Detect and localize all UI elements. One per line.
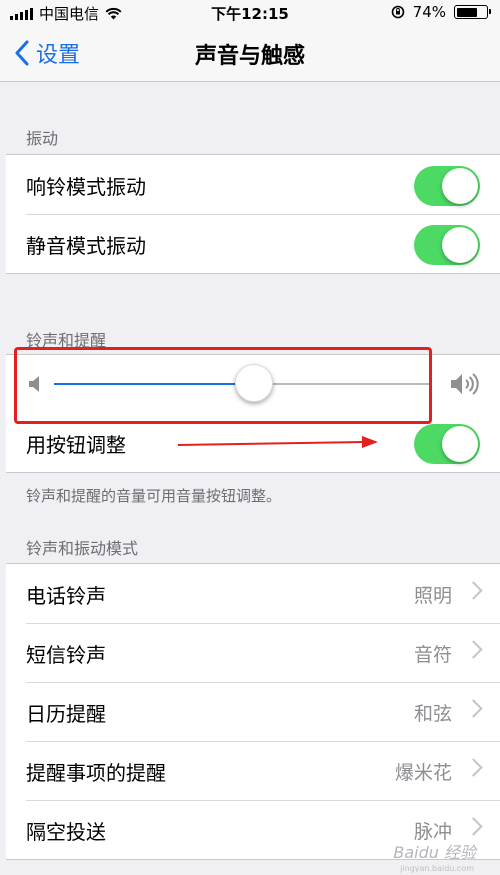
ringtone-value: 照明 bbox=[413, 585, 452, 607]
reminder-alerts-value: 爆米花 bbox=[394, 762, 452, 784]
toggle-knob bbox=[442, 168, 478, 204]
chevron-right-icon bbox=[464, 817, 483, 836]
vibrate-on-silent-toggle[interactable] bbox=[414, 225, 480, 265]
reminder-alerts-label: 提醒事项的提醒 bbox=[26, 761, 166, 785]
sound-row-calendar-alerts[interactable]: 日历提醒 和弦 bbox=[6, 682, 500, 741]
sounds-group: 电话铃声 照明 短信铃声 音符 日历提醒 和弦 提醒事项的提醒 爆米花 隔空投送… bbox=[6, 563, 500, 860]
watermark: Baidu 经验 bbox=[393, 843, 476, 862]
chevron-right-icon bbox=[464, 640, 483, 659]
toggle-knob bbox=[442, 426, 478, 462]
vibrate-on-silent-label: 静音模式振动 bbox=[26, 234, 146, 258]
vibrate-on-ring-label: 响铃模式振动 bbox=[26, 175, 146, 199]
speaker-high-icon bbox=[451, 373, 479, 395]
page-title: 声音与触感 bbox=[194, 44, 305, 69]
watermark-url: jingyan.baidu.com bbox=[400, 864, 474, 873]
text-tone-label: 短信铃声 bbox=[26, 643, 106, 667]
vibrate-on-silent-row: 静音模式振动 bbox=[6, 214, 500, 273]
ringer-footer-note: 铃声和提醒的音量可用音量按钮调整。 bbox=[26, 487, 282, 505]
vibrate-on-ring-row: 响铃模式振动 bbox=[6, 155, 500, 214]
vibrate-on-ring-toggle[interactable] bbox=[414, 166, 480, 206]
ringtone-label: 电话铃声 bbox=[26, 584, 106, 608]
section-header-vibration: 振动 bbox=[26, 129, 59, 148]
navigation-bar: 设置 声音与触感 bbox=[0, 24, 500, 82]
sound-row-text-tone[interactable]: 短信铃声 音符 bbox=[6, 623, 500, 682]
section-header-sounds: 铃声和振动模式 bbox=[26, 539, 139, 558]
airdrop-label: 隔空投送 bbox=[26, 820, 106, 844]
chevron-right-icon bbox=[464, 581, 483, 600]
annotation-arrow-icon bbox=[177, 436, 378, 448]
battery-icon bbox=[454, 5, 491, 19]
battery-level-fill bbox=[456, 7, 478, 17]
sound-row-ringtone[interactable]: 电话铃声 照明 bbox=[6, 564, 500, 623]
status-right: 74% bbox=[391, 3, 491, 21]
text-tone-value: 音符 bbox=[413, 644, 452, 666]
annotation-highlight-box bbox=[14, 347, 432, 424]
toggle-knob bbox=[442, 227, 478, 263]
chevron-right-icon bbox=[464, 699, 483, 718]
change-with-buttons-toggle[interactable] bbox=[414, 424, 480, 464]
rotation-lock-icon bbox=[391, 5, 404, 19]
battery-percent: 74% bbox=[412, 3, 446, 21]
calendar-alerts-label: 日历提醒 bbox=[26, 702, 106, 726]
vibration-group: 响铃模式振动 静音模式振动 bbox=[6, 154, 500, 274]
calendar-alerts-value: 和弦 bbox=[413, 703, 452, 725]
sound-row-reminder-alerts[interactable]: 提醒事项的提醒 爆米花 bbox=[6, 741, 500, 800]
chevron-right-icon bbox=[464, 758, 483, 777]
change-with-buttons-label: 用按钮调整 bbox=[26, 433, 126, 457]
status-bar: 中国电信 下午12:15 74% bbox=[0, 0, 500, 24]
